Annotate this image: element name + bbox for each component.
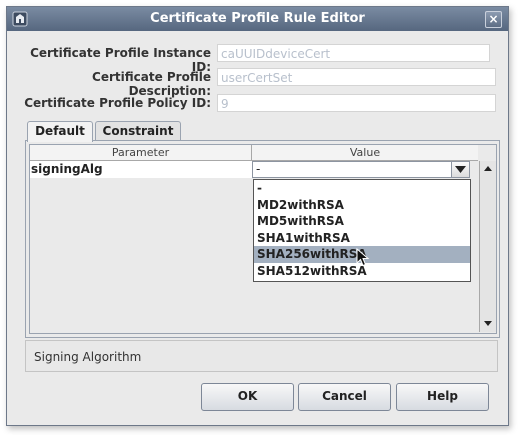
chevron-down-icon[interactable] [451, 162, 469, 177]
tab-default[interactable]: Default [27, 121, 93, 142]
value-combobox[interactable]: - [252, 161, 470, 178]
policy-id-label: Certificate Profile Policy ID: [24, 96, 211, 110]
combobox-selected-value: - [256, 162, 261, 176]
scroll-down-icon[interactable] [480, 316, 496, 331]
tab-panel-default: Parameter Value signingAlg - - MD2withRS… [25, 140, 500, 338]
dropdown-option[interactable]: MD5withRSA [254, 213, 470, 230]
close-icon[interactable]: × [485, 11, 502, 28]
parameter-description: Signing Algorithm [25, 340, 498, 372]
parameter-table: Parameter Value signingAlg - - MD2withRS… [29, 144, 497, 334]
policy-id-field[interactable]: 9 [217, 94, 496, 112]
table-header: Parameter Value [30, 145, 478, 161]
description-label: Certificate Profile Description: [92, 70, 211, 98]
dropdown-option[interactable]: MD2withRSA [254, 197, 470, 214]
help-button[interactable]: Help [396, 383, 489, 411]
cancel-button[interactable]: Cancel [298, 383, 391, 411]
mouse-pointer-icon [356, 247, 370, 271]
ok-button[interactable]: OK [201, 383, 294, 411]
column-header-parameter[interactable]: Parameter [30, 145, 251, 160]
dialog-window: Certificate Profile Rule Editor × Certif… [6, 6, 509, 426]
scroll-up-icon[interactable] [480, 161, 496, 176]
tab-constraint[interactable]: Constraint [95, 121, 181, 142]
dropdown-option[interactable]: - [254, 180, 470, 197]
parameter-cell[interactable]: signingAlg [30, 161, 252, 178]
title-bar[interactable]: Certificate Profile Rule Editor × [7, 7, 508, 31]
dropdown-option[interactable]: SHA1withRSA [254, 230, 470, 247]
description-field[interactable]: userCertSet [217, 68, 496, 86]
column-header-value[interactable]: Value [252, 145, 478, 160]
table-scrollbar[interactable] [479, 161, 496, 332]
window-title: Certificate Profile Rule Editor [150, 11, 365, 26]
instance-id-field[interactable]: caUUIDdeviceCert [217, 44, 490, 62]
